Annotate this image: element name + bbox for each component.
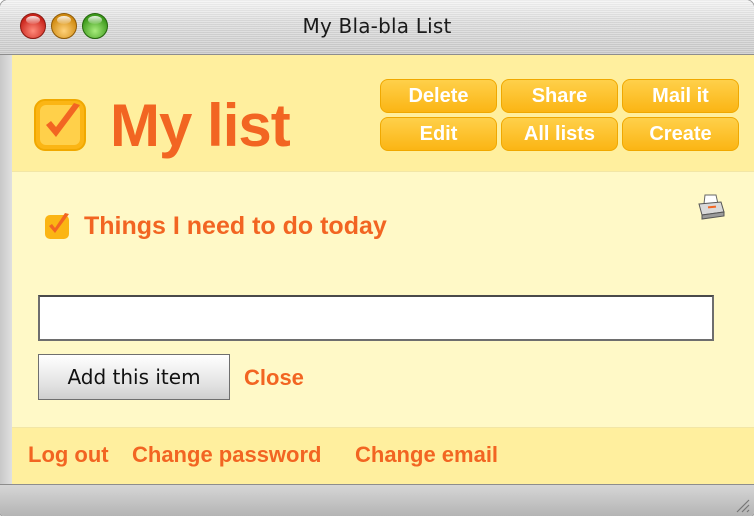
printer-icon[interactable] (696, 192, 726, 220)
app-window: My Bla-bla List My list Delete Share Mai… (0, 0, 754, 516)
log-out-link[interactable]: Log out (28, 442, 109, 468)
change-email-link[interactable]: Change email (355, 442, 498, 468)
resize-grip-icon[interactable] (732, 495, 750, 513)
account-footer: Log out Change password Change email (12, 427, 754, 484)
checkbox-logo-icon (34, 99, 86, 151)
app-content: My list Delete Share Mail it Edit All li… (12, 55, 754, 484)
window-side-border (0, 55, 12, 484)
add-item-button[interactable]: Add this item (38, 354, 230, 400)
window-bottom-bar (0, 484, 754, 516)
edit-button[interactable]: Edit (380, 117, 497, 151)
title-bar[interactable]: My Bla-bla List (0, 0, 754, 55)
checkbox-icon (45, 213, 69, 239)
app-header: My list Delete Share Mail it Edit All li… (12, 55, 754, 172)
window-title: My Bla-bla List (302, 14, 452, 38)
new-item-input[interactable] (38, 295, 714, 341)
app-logo-title: My list (110, 92, 291, 159)
list-panel: Things I need to do today Add this item … (12, 172, 754, 425)
list-title: Things I need to do today (84, 212, 387, 240)
all-lists-button[interactable]: All lists (501, 117, 618, 151)
change-password-link[interactable]: Change password (132, 442, 321, 468)
delete-button[interactable]: Delete (380, 79, 497, 113)
share-button[interactable]: Share (501, 79, 618, 113)
create-button[interactable]: Create (622, 117, 739, 151)
close-link[interactable]: Close (244, 365, 304, 391)
mail-it-button[interactable]: Mail it (622, 79, 739, 113)
